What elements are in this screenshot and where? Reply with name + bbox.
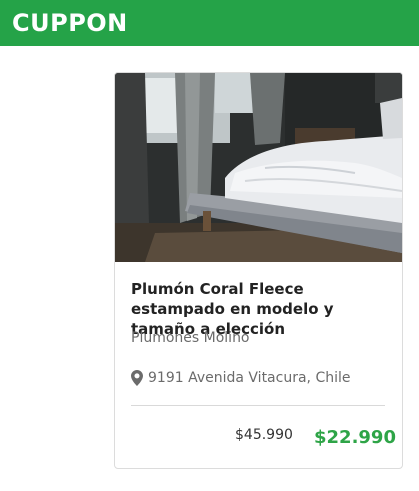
deal-image[interactable] bbox=[115, 73, 402, 262]
original-price: $45.990 bbox=[235, 427, 293, 443]
discount-price: $22.990 bbox=[314, 427, 396, 448]
map-pin-icon bbox=[131, 370, 143, 386]
top-bar: CUPPON bbox=[0, 0, 419, 46]
brand-logo[interactable]: CUPPON bbox=[12, 9, 128, 37]
deal-card[interactable]: Plumón Coral Fleece estampado en modelo … bbox=[114, 72, 403, 469]
deal-location: 9191 Avenida Vitacura, Chile bbox=[131, 370, 351, 386]
seller-name: Plumones Molino bbox=[131, 330, 250, 346]
card-divider bbox=[131, 405, 385, 406]
location-text: 9191 Avenida Vitacura, Chile bbox=[148, 370, 351, 386]
